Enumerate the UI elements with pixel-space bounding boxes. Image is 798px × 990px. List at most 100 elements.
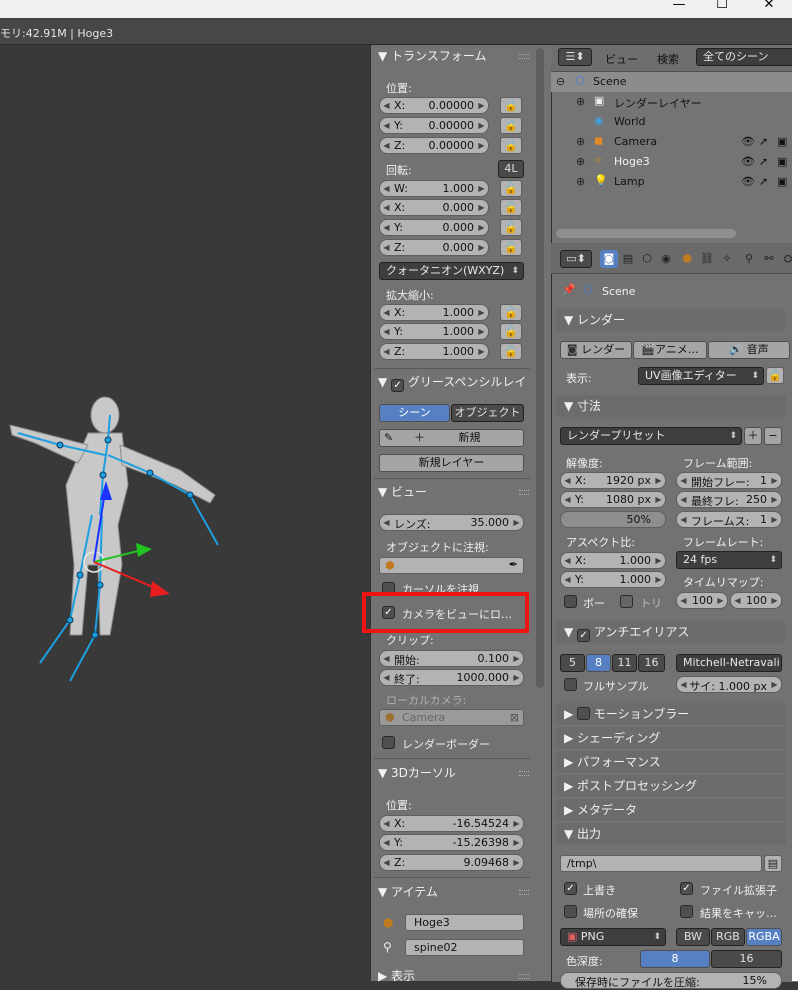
bone-constraints-tab-icon[interactable]: ⚯ xyxy=(760,250,778,268)
minimize-button[interactable]: — xyxy=(664,0,694,18)
folder-icon[interactable]: ▤ xyxy=(764,855,782,872)
location-z-field[interactable]: ◀ Z: 0.00000 ▶ xyxy=(379,137,489,154)
render-camera-icon[interactable]: ▣ xyxy=(777,175,787,188)
expand-icon[interactable]: ⊕ xyxy=(576,175,585,188)
location-z-lock-icon[interactable]: 🔒 xyxy=(500,137,522,154)
antialias-panel-header[interactable]: ▼ ✓ アンチエイリアス xyxy=(556,621,786,643)
depth-8-button[interactable]: 8 xyxy=(640,950,710,968)
outliner-row-hoge3[interactable]: ⊕ ✧ Hoge3 👁 ➚ ▣ xyxy=(551,152,798,172)
lock-interface-icon[interactable]: 🔓 xyxy=(766,367,784,384)
outliner-row-scene[interactable]: ⊖ ⬡ Scene xyxy=(551,72,798,92)
rotation-x-field[interactable]: ◀ X: 0.000 ▶ xyxy=(379,199,489,216)
maximize-button[interactable]: ☐ xyxy=(707,0,737,18)
display-panel-header[interactable]: ▶ 表示 xyxy=(372,966,537,986)
scale-x-lock-icon[interactable]: 🔓 xyxy=(500,304,522,321)
placeholders-checkbox[interactable] xyxy=(564,905,577,918)
shading-panel-header[interactable]: ▶ シェーディング xyxy=(556,727,786,749)
bone-name-field[interactable]: spine02 xyxy=(405,939,524,956)
sidebar-scrollbar[interactable] xyxy=(536,48,544,688)
expand-icon[interactable]: ⊕ xyxy=(576,95,585,108)
frame-step-field[interactable]: ◀ フレームス: 1 ▶ xyxy=(676,511,782,528)
grease-object-button[interactable]: オブジェクト xyxy=(451,404,524,422)
pin-icon[interactable]: 📌 xyxy=(562,283,576,296)
rotation-mode-select[interactable]: クォータニオン(WXYZ) ⬍ xyxy=(379,262,524,280)
location-x-field[interactable]: ◀ X: 0.00000 ▶ xyxy=(379,97,489,114)
metadata-panel-header[interactable]: ▶ メタデータ xyxy=(556,799,786,821)
rotation-z-field[interactable]: ◀ Z: 0.000 ▶ xyxy=(379,239,489,256)
lock-object-field[interactable]: ⬢ ✒ xyxy=(379,557,524,574)
transform-panel-header[interactable]: ▼ トランスフォーム xyxy=(372,46,537,66)
aa-filter-select[interactable]: Mitchell-Netravali xyxy=(676,654,782,672)
resolution-percentage-field[interactable]: 50% xyxy=(560,511,666,528)
visibility-eye-icon[interactable]: 👁 xyxy=(741,175,755,188)
local-camera-field[interactable]: ⬢ Camera ⊠ xyxy=(379,709,524,726)
overwrite-checkbox[interactable]: ✓ xyxy=(564,882,577,895)
object-name-field[interactable]: Hoge3 xyxy=(405,914,524,931)
editor-type-select[interactable]: ▭⬍ xyxy=(560,250,592,268)
clip-end-field[interactable]: ◀ 終了: 1000.000 ▶ xyxy=(379,669,524,686)
lens-field[interactable]: ◀ レンズ: 35.000 ▶ xyxy=(379,514,524,531)
outliner-scrollbar[interactable] xyxy=(556,229,736,238)
render-camera-icon[interactable]: ▣ xyxy=(777,135,787,148)
grease-pencil-enable-checkbox[interactable]: ✓ xyxy=(391,379,405,392)
render-button[interactable]: ◙ レンダー xyxy=(560,341,632,359)
frame-start-field[interactable]: ◀ 開始フレー: 1 ▶ xyxy=(676,472,782,489)
render-tab-camera-icon[interactable]: ◙ xyxy=(600,250,618,268)
depth-16-button[interactable]: 16 xyxy=(711,950,782,968)
render-layers-tab-icon[interactable]: ▤ xyxy=(619,250,637,268)
cursor-z-field[interactable]: ◀ Z: 9.09468 ▶ xyxy=(379,854,524,871)
border-checkbox[interactable] xyxy=(564,595,577,608)
motion-blur-panel-header[interactable]: ▶ モーションブラー xyxy=(556,703,786,725)
scale-z-field[interactable]: ◀ Z: 1.000 ▶ xyxy=(379,343,489,360)
outliner-row-camera[interactable]: ⊕ ◼ Camera 👁 ➚ ▣ xyxy=(551,132,798,152)
rotation-w-field[interactable]: ◀ W: 1.000 ▶ xyxy=(379,180,489,197)
full-sample-checkbox[interactable] xyxy=(564,678,577,691)
scale-x-field[interactable]: ◀ X: 1.000 ▶ xyxy=(379,304,489,321)
scale-y-lock-icon[interactable]: 🔓 xyxy=(500,323,522,340)
render-panel-header[interactable]: ▼ レンダー xyxy=(556,309,786,331)
rotation-4l-button[interactable]: 4L xyxy=(498,160,524,178)
clear-icon[interactable]: ⊠ xyxy=(510,711,519,724)
scale-y-field[interactable]: ◀ Y: 1.000 ▶ xyxy=(379,323,489,340)
aspect-x-field[interactable]: ◀ X: 1.000 ▶ xyxy=(560,552,666,569)
aa-sample-8-button[interactable]: 8 xyxy=(586,654,611,672)
select-arrow-icon[interactable]: ➚ xyxy=(759,155,768,168)
grease-scene-button[interactable]: シーン xyxy=(379,404,450,422)
cursor3d-panel-header[interactable]: ▼ 3Dカーソル xyxy=(372,763,537,783)
visibility-eye-icon[interactable]: 👁 xyxy=(741,135,755,148)
dimensions-panel-header[interactable]: ▼ 寸法 xyxy=(556,395,786,417)
framerate-select[interactable]: 24 fps ⬍ xyxy=(676,551,782,569)
eyedropper-icon[interactable]: ✒ xyxy=(509,558,518,571)
output-path-field[interactable]: /tmp\ xyxy=(560,855,762,872)
display-mode-select[interactable]: UV画像エディター ⬍ xyxy=(638,367,764,385)
rotation-x-lock-icon[interactable]: 🔓 xyxy=(500,199,522,216)
location-y-field[interactable]: ◀ Y: 0.00000 ▶ xyxy=(379,117,489,134)
render-animation-button[interactable]: 🎬アニメ… xyxy=(633,341,707,359)
outliner-row-world[interactable]: ◉ World xyxy=(551,112,798,132)
search-menu[interactable]: 検索 xyxy=(657,51,679,67)
location-y-lock-icon[interactable]: 🔒 xyxy=(500,117,522,134)
antialias-enable-checkbox[interactable]: ✓ xyxy=(577,629,591,642)
armature-figure[interactable] xyxy=(0,45,370,981)
color-bw-button[interactable]: BW xyxy=(676,928,710,946)
object-tab-icon[interactable]: ⬢ xyxy=(678,250,696,268)
collapse-icon[interactable]: ⊖ xyxy=(556,75,565,88)
close-button[interactable]: ✕ xyxy=(754,0,784,18)
post-processing-panel-header[interactable]: ▶ ポストプロセッシング xyxy=(556,775,786,797)
location-x-lock-icon[interactable]: 🔒 xyxy=(500,97,522,114)
file-format-select[interactable]: ▣ PNG ⬍ xyxy=(560,928,666,946)
editor-type-select[interactable]: ☰⬍ xyxy=(558,48,592,66)
cursor-x-field[interactable]: ◀ X: -16.54524 ▶ xyxy=(379,815,524,832)
cache-result-checkbox[interactable] xyxy=(680,905,693,918)
3d-viewport[interactable] xyxy=(0,45,370,981)
remap-old-field[interactable]: ◀ 100 ▶ xyxy=(676,592,728,609)
scale-z-lock-icon[interactable]: 🔓 xyxy=(500,343,522,360)
add-preset-button[interactable]: ＋ xyxy=(744,427,762,445)
clip-start-field[interactable]: ◀ 開始: 0.100 ▶ xyxy=(379,650,524,667)
aa-sample-16-button[interactable]: 16 xyxy=(638,654,665,672)
frame-end-field[interactable]: ◀ 最終フレ: 250 ▶ xyxy=(676,491,782,508)
render-preset-select[interactable]: レンダープリセット ⬍ xyxy=(560,427,742,445)
remove-preset-button[interactable]: − xyxy=(764,427,782,445)
render-audio-button[interactable]: 🔊 音声 xyxy=(708,341,790,359)
grease-new-button[interactable]: ✎ ＋新規 xyxy=(379,429,524,447)
